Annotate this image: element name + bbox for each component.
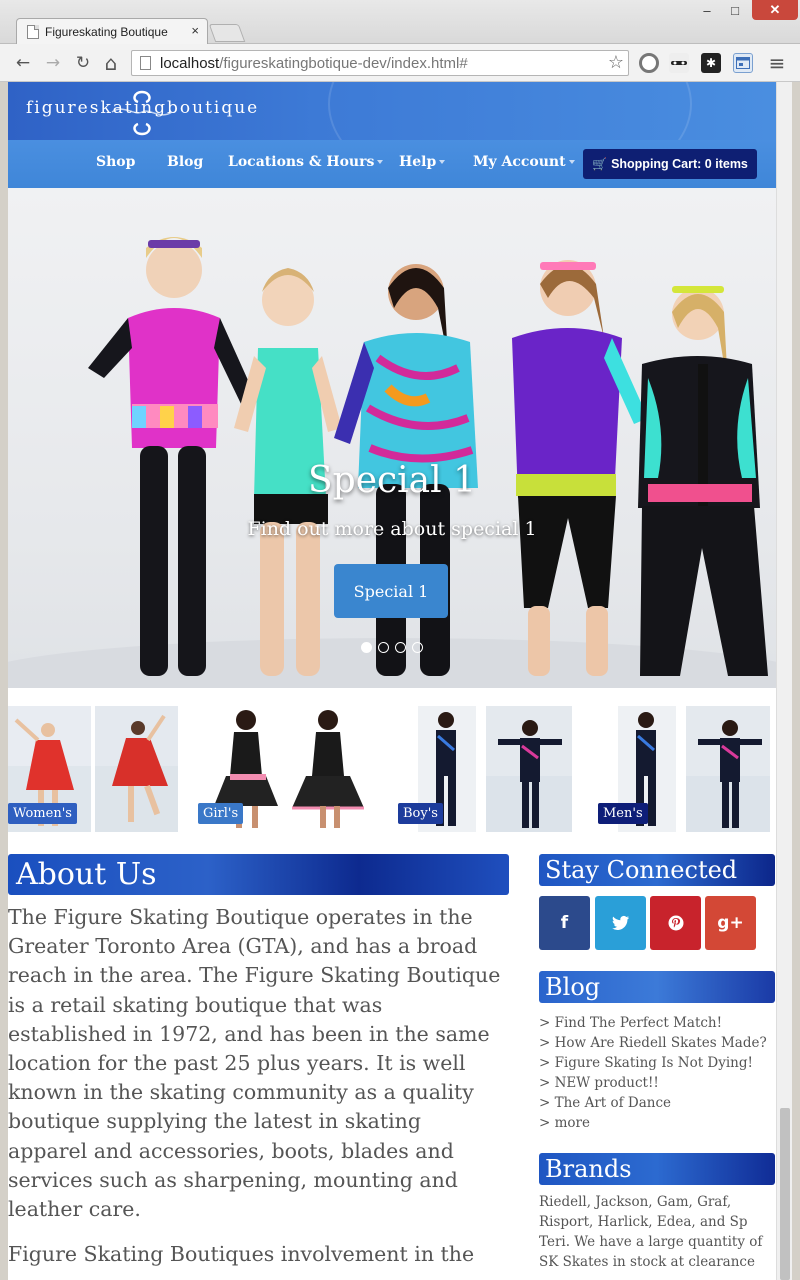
category-womens[interactable]: Women's	[8, 706, 178, 832]
main-nav: Shop Blog Locations & Hours Help My Acco…	[8, 140, 776, 188]
category-label: Boy's	[398, 803, 443, 824]
blog-post-list: > Find The Perfect Match! > How Are Ried…	[539, 1013, 775, 1133]
nav-locations-hours[interactable]: Locations & Hours	[228, 154, 384, 170]
incognito-mask-icon[interactable]	[669, 53, 689, 73]
close-tab-icon[interactable]: ×	[191, 23, 199, 38]
url-path: /figureskatingbotique-dev/index.html#	[219, 54, 468, 72]
page-scrollbar[interactable]	[776, 82, 792, 1280]
page-favicon-icon	[27, 24, 39, 39]
logo-swirl-icon	[111, 90, 173, 136]
brands-heading: Brands	[539, 1153, 775, 1185]
hero-cta-button[interactable]: Special 1	[334, 564, 448, 618]
carousel-indicators	[361, 642, 423, 653]
category-mens[interactable]: Men's	[598, 706, 774, 832]
nav-blog[interactable]: Blog	[167, 154, 203, 170]
carousel-dot[interactable]	[361, 642, 372, 653]
browser-menu-icon[interactable]: ≡	[766, 51, 788, 75]
browser-toolbar: ← → ↻ ⌂ localhost/figureskatingbotique-d…	[0, 44, 800, 82]
bookmark-star-icon[interactable]: ☆	[608, 52, 624, 73]
brands-text: Riedell, Jackson, Gam, Graf, Risport, Ha…	[539, 1194, 763, 1270]
nav-my-account[interactable]: My Account	[473, 154, 575, 170]
about-body: The Figure Skating Boutique operates in …	[8, 903, 503, 1280]
twitter-icon[interactable]	[595, 896, 646, 950]
carousel-dot[interactable]	[395, 642, 406, 653]
carousel-dot[interactable]	[378, 642, 389, 653]
chevron-down-icon	[439, 160, 446, 164]
forward-icon[interactable]: →	[42, 52, 64, 74]
blog-heading: Blog	[539, 971, 775, 1003]
nav-help[interactable]: Help	[399, 154, 446, 170]
blog-post-link[interactable]: > Find The Perfect Match!	[539, 1013, 775, 1033]
window-extension-icon[interactable]	[733, 53, 753, 73]
about-heading: About Us	[8, 854, 509, 895]
chevron-down-icon	[568, 160, 575, 164]
site-header: figureskatingboutique	[8, 82, 776, 140]
nav-shop[interactable]: Shop	[96, 154, 135, 170]
blog-post-link[interactable]: > The Art of Dance	[539, 1093, 775, 1113]
browser-tab-strip: Figureskating Boutique × – □ ✕	[0, 0, 800, 44]
reload-icon[interactable]: ↻	[72, 52, 94, 74]
minimize-button[interactable]: –	[694, 0, 720, 20]
window-frame	[792, 82, 800, 1280]
blog-more-link[interactable]: > more	[539, 1113, 775, 1133]
new-tab-button[interactable]	[208, 24, 246, 42]
scrollbar-thumb[interactable]	[780, 1108, 790, 1280]
hero-subtitle: Find out more about special 1	[247, 518, 537, 540]
home-icon[interactable]: ⌂	[100, 51, 122, 75]
blog-post-link[interactable]: > How Are Riedell Skates Made?	[539, 1033, 775, 1053]
address-bar[interactable]: localhost/figureskatingbotique-dev/index…	[131, 50, 629, 76]
page-viewport: figureskatingboutique Shop Blog Location…	[8, 82, 776, 1280]
category-boys[interactable]: Boy's	[398, 706, 572, 832]
about-paragraph: Figure Skating Boutiques involvement in …	[8, 1242, 475, 1267]
category-label: Women's	[8, 803, 77, 824]
extension-circle-icon[interactable]	[639, 53, 659, 73]
browser-tab[interactable]: Figureskating Boutique ×	[16, 18, 208, 44]
nav-blog-label: Blog	[167, 154, 204, 170]
nav-account-label: My Account	[473, 154, 566, 170]
blog-post-link[interactable]: > Figure Skating Is Not Dying!	[539, 1053, 775, 1073]
page-icon	[140, 56, 151, 70]
category-girls[interactable]: Girl's	[198, 706, 378, 832]
nav-help-label: Help	[399, 154, 437, 170]
category-label: Girl's	[198, 803, 244, 824]
google-plus-icon[interactable]: g+	[705, 896, 756, 950]
tab-title: Figureskating Boutique	[45, 24, 168, 39]
chevron-down-icon	[377, 160, 384, 164]
hero-title: Special 1	[307, 460, 476, 501]
nav-shop-label: Shop	[96, 154, 136, 170]
nav-locations-label: Locations & Hours	[228, 154, 375, 170]
shopping-cart-icon: 🛒	[592, 157, 608, 171]
carousel-dot[interactable]	[412, 642, 423, 653]
shopping-cart-button[interactable]: 🛒 Shopping Cart: 0 items	[583, 149, 757, 179]
close-window-button[interactable]: ✕	[752, 0, 798, 20]
back-icon[interactable]: ←	[12, 52, 34, 74]
category-label: Men's	[598, 803, 648, 824]
facebook-icon[interactable]: f	[539, 896, 590, 950]
about-paragraph: The Figure Skating Boutique operates in …	[8, 905, 501, 1222]
blog-post-link[interactable]: > NEW product!!	[539, 1073, 775, 1093]
cart-label: Shopping Cart: 0 items	[611, 157, 748, 171]
stay-connected-heading: Stay Connected	[539, 854, 775, 886]
hero-carousel[interactable]: Special 1 Find out more about special 1 …	[8, 188, 776, 688]
maximize-button[interactable]: □	[722, 0, 748, 20]
url-host: localhost	[160, 54, 220, 72]
asterisk-extension-icon[interactable]: ✱	[701, 53, 721, 73]
pinterest-icon[interactable]	[650, 896, 701, 950]
